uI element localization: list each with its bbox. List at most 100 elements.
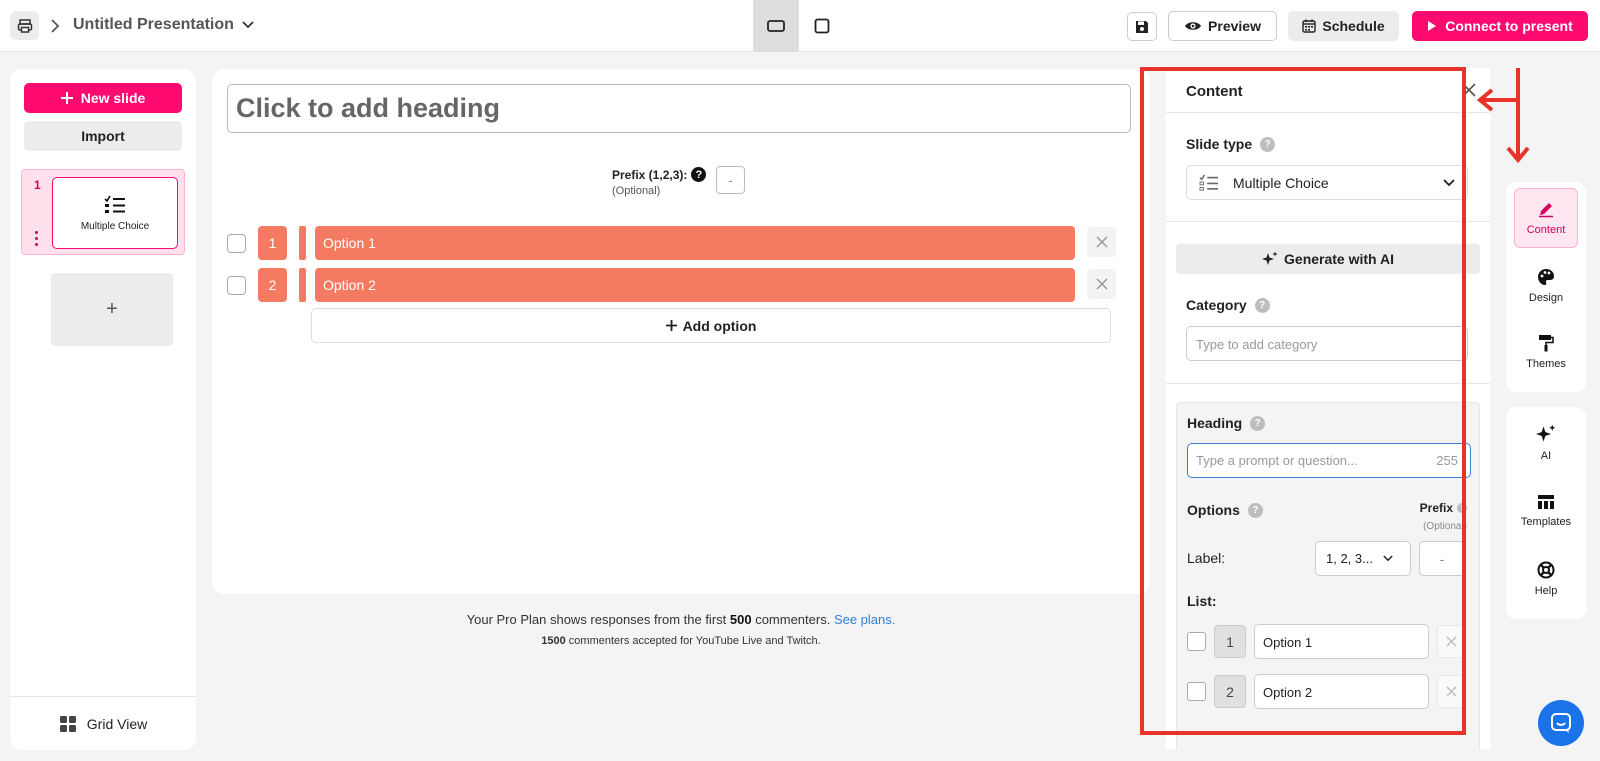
rail-help-button[interactable]: Help — [1514, 549, 1578, 609]
content-panel: Content Slide type ? Multiple Choice Gen… — [1166, 68, 1490, 749]
help-icon[interactable]: ? — [1247, 502, 1263, 518]
schedule-button[interactable]: Schedule — [1288, 11, 1399, 41]
prefix-input[interactable]: - — [1419, 541, 1465, 576]
paint-roller-icon — [1539, 335, 1554, 352]
square-view-button[interactable] — [799, 0, 845, 52]
correct-answer-checkbox[interactable] — [227, 276, 246, 295]
correct-answer-checkbox[interactable] — [1187, 682, 1206, 701]
heading-input[interactable]: Type a prompt or question... 255 — [1187, 443, 1471, 478]
commenters-count: 1500 — [541, 635, 566, 647]
prefix-optional-text: (Optional) — [1423, 521, 1467, 532]
close-icon — [1095, 278, 1108, 290]
correct-answer-checkbox[interactable] — [1187, 632, 1206, 651]
generate-with-ai-label: Generate with AI — [1284, 251, 1394, 267]
remove-option-button[interactable] — [1087, 269, 1116, 299]
slide-menu-dots-icon[interactable] — [35, 231, 39, 246]
add-slide-tile[interactable]: + — [51, 273, 173, 346]
save-button[interactable] — [1127, 12, 1157, 41]
preview-label: Preview — [1208, 18, 1261, 34]
slide-type-label-text: Slide type — [1186, 136, 1253, 152]
rail-themes-button[interactable]: Themes — [1514, 322, 1578, 382]
option-input[interactable]: Option 2 — [315, 268, 1075, 302]
rail-help-label: Help — [1534, 585, 1558, 597]
option-row: 2 Option 2 — [227, 268, 1131, 302]
option-color-bar — [299, 268, 306, 302]
rail-content-button[interactable]: Content — [1514, 188, 1578, 248]
palette-icon — [1538, 269, 1554, 285]
widescreen-view-button[interactable] — [753, 0, 799, 52]
pencil-icon — [1539, 203, 1553, 218]
correct-answer-checkbox[interactable] — [227, 234, 246, 253]
list-item-input[interactable]: Option 1 — [1254, 624, 1429, 659]
divider — [1166, 383, 1490, 384]
add-option-button[interactable]: Add option — [311, 308, 1111, 343]
help-icon[interactable]: ? — [1254, 297, 1270, 313]
add-option-label: Add option — [682, 317, 757, 334]
right-rail-bottom: AI Templates Help — [1506, 407, 1586, 619]
chat-icon — [1551, 713, 1571, 733]
plan-notice: Your Pro Plan shows responses from the f… — [212, 612, 1150, 627]
templates-icon — [1538, 495, 1554, 509]
sparkle-icon — [1262, 251, 1278, 265]
category-input[interactable]: Type to add category — [1186, 326, 1468, 361]
rail-templates-button[interactable]: Templates — [1514, 481, 1578, 541]
option-number: 1 — [258, 226, 287, 260]
chevron-down-icon — [242, 21, 254, 29]
commenters-notice-text: commenters accepted for YouTube Live and… — [565, 635, 821, 647]
preview-button[interactable]: Preview — [1168, 11, 1277, 41]
slide-thumbnail[interactable]: Multiple Choice — [52, 177, 178, 249]
remove-list-item-button[interactable] — [1437, 625, 1465, 658]
sparkle-icon — [1536, 424, 1556, 442]
option-input[interactable]: Option 1 — [315, 226, 1075, 260]
remove-list-item-button[interactable] — [1437, 675, 1465, 708]
heading-label-text: Heading — [1187, 415, 1243, 431]
connect-to-present-button[interactable]: Connect to present — [1412, 11, 1588, 41]
character-count: 255 — [1436, 453, 1458, 468]
prefix-label-text: Prefix (1,2,3): — [612, 167, 688, 182]
plus-icon — [60, 92, 73, 104]
prefix-optional-text: (Optional) — [612, 185, 661, 197]
rail-ai-button[interactable]: AI — [1514, 413, 1578, 473]
lifebuoy-icon — [1537, 561, 1555, 579]
see-plans-link[interactable]: See plans. — [834, 612, 895, 627]
help-icon[interactable]: ? — [1250, 415, 1266, 431]
presentation-title-text: Untitled Presentation — [73, 16, 234, 33]
option-row: 1 Option 1 — [227, 226, 1131, 260]
list-item-input[interactable]: Option 2 — [1254, 674, 1429, 709]
help-icon[interactable]: ? — [1260, 136, 1276, 152]
slide-item-1[interactable]: 1 Multiple Choice — [21, 169, 185, 255]
rail-design-button[interactable]: Design — [1514, 256, 1578, 316]
connect-label: Connect to present — [1445, 18, 1573, 34]
chevron-down-icon — [1383, 555, 1393, 562]
chat-support-button[interactable] — [1538, 700, 1584, 746]
widescreen-icon — [767, 20, 785, 32]
generate-with-ai-button[interactable]: Generate with AI — [1176, 244, 1480, 274]
grid-view-label: Grid View — [86, 715, 148, 732]
prefix-input[interactable]: - — [716, 166, 745, 194]
grid-view-button[interactable]: Grid View — [10, 696, 196, 750]
slide-type-dropdown[interactable]: Multiple Choice — [1186, 165, 1468, 200]
options-label-text: Options — [1187, 502, 1240, 518]
new-slide-button[interactable]: New slide — [24, 83, 182, 113]
prefix-label: Prefix (1,2,3): ? — [612, 167, 707, 182]
rail-content-label: Content — [1526, 224, 1566, 236]
remove-option-button[interactable] — [1087, 227, 1116, 257]
presentation-title[interactable]: Untitled Presentation — [73, 16, 254, 34]
rail-ai-label: AI — [1540, 450, 1552, 462]
option-number: 2 — [258, 268, 287, 302]
rail-design-label: Design — [1528, 292, 1564, 304]
import-button[interactable]: Import — [24, 121, 182, 151]
close-panel-button[interactable] — [1462, 81, 1476, 102]
slide-type-label: Slide type ? — [1186, 136, 1276, 152]
divider — [1166, 221, 1490, 222]
help-icon[interactable]: ? — [691, 167, 707, 182]
label-format-dropdown[interactable]: 1, 2, 3... — [1315, 541, 1411, 576]
heading-options-section: Heading ? Type a prompt or question... 2… — [1176, 402, 1480, 749]
category-label: Category ? — [1186, 297, 1270, 313]
list-label-text: List: — [1187, 593, 1217, 609]
home-button[interactable] — [10, 11, 39, 40]
slide-thumbnail-label: Multiple Choice — [80, 220, 150, 232]
slide-heading-input[interactable]: Click to add heading — [227, 84, 1131, 133]
help-icon[interactable]: ? — [1457, 503, 1467, 513]
content-panel-title: Content — [1186, 83, 1243, 100]
